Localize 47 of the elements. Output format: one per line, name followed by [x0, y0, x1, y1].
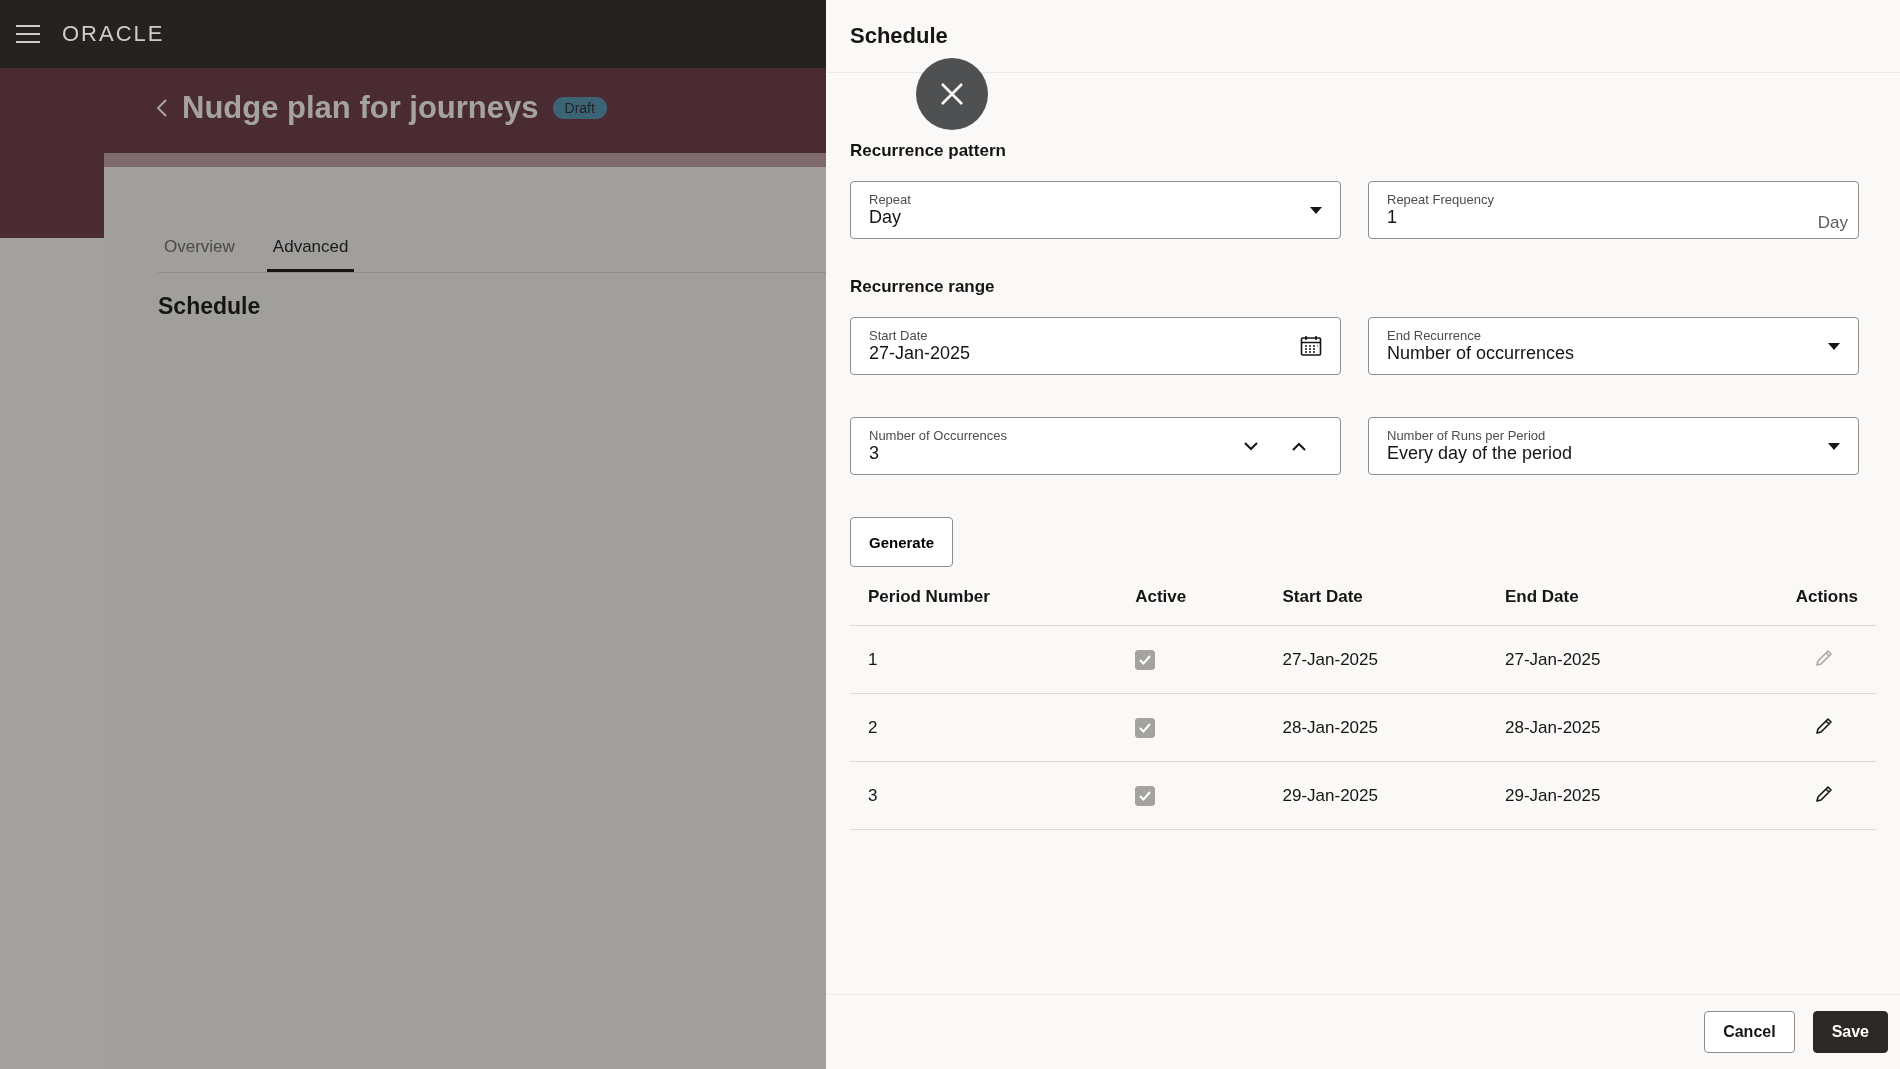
dropdown-caret-icon	[1828, 442, 1840, 450]
table-cell: 29-Jan-2025	[1487, 761, 1710, 830]
dropdown-caret-icon	[1828, 342, 1840, 350]
status-badge: Draft	[552, 97, 607, 119]
table-cell: 1	[850, 625, 1118, 694]
cancel-button[interactable]: Cancel	[1704, 1011, 1795, 1053]
close-icon	[940, 82, 964, 106]
dropdown-field[interactable]: Number of Runs per Period Every day of the period	[1368, 417, 1859, 475]
pencil-icon	[1814, 648, 1834, 668]
table-cell: 28-Jan-2025	[1487, 693, 1710, 762]
input-field[interactable]: Number of Occurrences 3	[850, 417, 1341, 475]
dropdown-field[interactable]: End Recurrence Number of occurrences	[1368, 317, 1859, 375]
column-header: Start Date	[1264, 571, 1487, 626]
drawer-title: Schedule	[850, 23, 948, 49]
save-button[interactable]: Save	[1812, 1011, 1888, 1053]
checkmark-icon	[1139, 722, 1152, 733]
calendar-icon[interactable]	[1300, 335, 1322, 357]
section-heading: Recurrence range	[850, 277, 996, 297]
dropdown-field[interactable]: Repeat Day	[850, 181, 1341, 239]
column-header: Actions	[1709, 571, 1876, 626]
pencil-icon	[1814, 716, 1834, 736]
logo: ORACLE	[62, 21, 165, 47]
unit-label: Day	[1817, 213, 1848, 233]
table-cell: 27-Jan-2025	[1264, 625, 1487, 694]
section-title: Schedule	[158, 293, 262, 320]
menu-icon[interactable]	[16, 25, 40, 43]
checkmark-icon	[1139, 790, 1152, 801]
tab[interactable]: Advanced	[266, 227, 355, 272]
page-title: Nudge plan for journeys	[182, 90, 539, 126]
generate-button[interactable]: Generate	[850, 517, 954, 567]
section-heading: Recurrence pattern	[850, 141, 1007, 161]
date-field[interactable]: Start Date 27-Jan-2025	[850, 317, 1341, 375]
column-header: End Date	[1487, 571, 1710, 626]
table-cell: 29-Jan-2025	[1264, 761, 1487, 830]
dropdown-caret-icon	[1310, 206, 1322, 214]
table-cell: 28-Jan-2025	[1264, 693, 1487, 762]
column-header: Period Number	[850, 571, 1118, 626]
input-field[interactable]: Repeat Frequency 1 Day	[1368, 181, 1859, 239]
pencil-icon	[1814, 784, 1834, 804]
back-icon[interactable]	[156, 98, 168, 118]
table-cell: 2	[850, 693, 1118, 762]
chevron-down-icon[interactable]	[1244, 441, 1258, 451]
column-header: Active	[1117, 571, 1265, 626]
chevron-up-icon[interactable]	[1292, 441, 1306, 451]
table-cell: 3	[850, 761, 1118, 830]
checkmark-icon	[1139, 654, 1152, 665]
table-cell: 27-Jan-2025	[1487, 625, 1710, 694]
